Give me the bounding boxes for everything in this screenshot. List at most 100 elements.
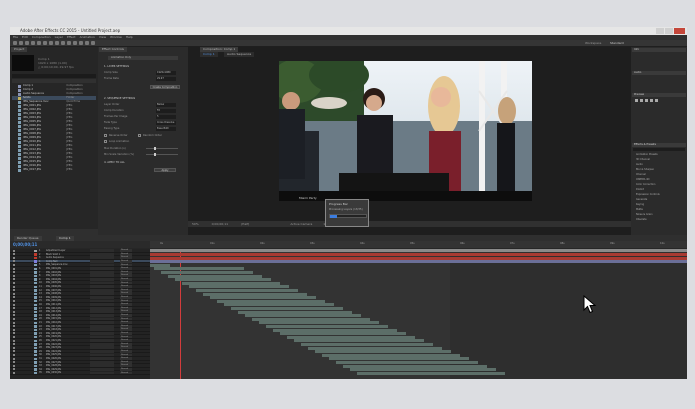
effect-controls-tab[interactable]: Effect Controls xyxy=(99,47,127,52)
visibility-eye-icon[interactable] xyxy=(13,285,15,288)
project-item[interactable]: IMG_0017.JPG JPEG xyxy=(12,168,96,172)
visibility-eye-icon[interactable] xyxy=(13,321,15,324)
close-button[interactable] xyxy=(674,28,685,34)
camera-select[interactable]: Active Camera xyxy=(290,222,312,226)
zoom-tool-icon[interactable] xyxy=(25,41,29,45)
time-ruler[interactable]: 0s 01s 02s 03s 04s 05s 06s 07s 08s 09s 10s xyxy=(150,241,687,248)
visibility-eye-icon[interactable] xyxy=(13,271,15,274)
layer-bar[interactable] xyxy=(231,306,343,310)
layer-bar[interactable] xyxy=(259,321,379,325)
pan-behind-tool-icon[interactable] xyxy=(43,41,47,45)
layer-row[interactable]: 35 IMG_0030.JPG Normal xyxy=(10,371,150,375)
visibility-eye-icon[interactable] xyxy=(13,289,15,292)
layer-bar[interactable] xyxy=(182,281,280,285)
create-composition-button[interactable]: Create Composition xyxy=(150,85,180,89)
layer-bar[interactable] xyxy=(203,292,307,296)
visibility-eye-icon[interactable] xyxy=(13,260,15,263)
layer-bar[interactable] xyxy=(322,353,460,357)
effects-presets-tab[interactable]: Effects & Presets xyxy=(632,143,686,147)
camera-tool-icon[interactable] xyxy=(37,41,41,45)
layer-bar[interactable] xyxy=(280,332,406,336)
effect-category[interactable]: Keying xyxy=(636,203,644,206)
info-tab[interactable]: Info xyxy=(632,48,686,52)
comp-subtab-comp1[interactable]: Comp 1 xyxy=(200,52,218,57)
visibility-eye-icon[interactable] xyxy=(13,274,15,277)
apply-button[interactable]: Apply xyxy=(154,168,176,172)
ec-row-value[interactable]: 29.97 xyxy=(156,77,176,81)
timeline-timecode[interactable]: 0;00;00;11 xyxy=(13,242,37,247)
project-tab[interactable]: Project xyxy=(11,47,28,52)
layer-bar[interactable] xyxy=(175,278,271,282)
effect-category[interactable]: Generate xyxy=(636,198,647,201)
loop-animation-checkbox[interactable] xyxy=(104,140,107,143)
layer-bar[interactable] xyxy=(196,288,298,292)
effect-category[interactable]: Obsolete xyxy=(636,218,647,221)
ec-row-value[interactable]: Fit xyxy=(156,109,176,113)
rotate-tool-icon[interactable] xyxy=(31,41,35,45)
first-frame-icon[interactable] xyxy=(635,99,638,102)
layer-bar[interactable] xyxy=(350,368,496,372)
ec-row-value[interactable]: 5 xyxy=(156,115,176,119)
layer-bar[interactable] xyxy=(245,314,361,318)
visibility-eye-icon[interactable] xyxy=(13,350,15,353)
reverse-order-checkbox[interactable] xyxy=(104,134,107,137)
maximize-button[interactable] xyxy=(665,28,673,34)
layer-bar[interactable] xyxy=(343,364,487,368)
layer-bar[interactable] xyxy=(150,249,687,253)
layer-bar[interactable] xyxy=(161,270,253,274)
visibility-eye-icon[interactable] xyxy=(13,296,15,299)
visibility-eye-icon[interactable] xyxy=(13,292,15,295)
layer-bar[interactable] xyxy=(217,299,325,303)
selection-tool-icon[interactable] xyxy=(13,41,17,45)
composition-viewer-frame[interactable]: Miami Party xyxy=(279,61,532,201)
layer-bar[interactable] xyxy=(150,256,687,260)
max-duration-slider[interactable] xyxy=(146,147,178,150)
project-search-input[interactable] xyxy=(12,74,96,78)
visibility-eye-icon[interactable] xyxy=(13,364,15,367)
random-order-checkbox[interactable] xyxy=(138,134,141,137)
eraser-tool-icon[interactable] xyxy=(79,41,83,45)
layer-bar[interactable] xyxy=(189,285,289,289)
ec-row-value[interactable]: Cross Dissolve xyxy=(156,121,176,125)
effect-category[interactable]: Noise & Grain xyxy=(636,213,653,216)
effect-category[interactable]: Distort xyxy=(636,188,644,191)
visibility-eye-icon[interactable] xyxy=(13,278,15,281)
ec-row-value[interactable]: Below xyxy=(156,103,176,107)
effect-category[interactable]: Channel xyxy=(636,173,646,176)
render-queue-tab[interactable]: Render Queue xyxy=(14,235,42,241)
visibility-eye-icon[interactable] xyxy=(13,264,15,267)
layer-bar[interactable] xyxy=(252,317,370,321)
visibility-eye-icon[interactable] xyxy=(13,332,15,335)
layer-bar[interactable] xyxy=(336,360,478,364)
hand-tool-icon[interactable] xyxy=(19,41,23,45)
roto-brush-tool-icon[interactable] xyxy=(85,41,89,45)
effects-search-input[interactable] xyxy=(633,148,685,151)
layer-bar[interactable] xyxy=(150,263,170,267)
last-frame-icon[interactable] xyxy=(655,99,658,102)
viewer-timecode[interactable]: 0;00;00;11 xyxy=(212,222,228,226)
visibility-eye-icon[interactable] xyxy=(13,256,15,259)
visibility-eye-icon[interactable] xyxy=(13,303,15,306)
visibility-eye-icon[interactable] xyxy=(13,282,15,285)
layer-mode-select[interactable]: Normal xyxy=(120,371,132,375)
layer-bar[interactable] xyxy=(329,357,469,361)
visibility-eye-icon[interactable] xyxy=(13,249,15,252)
layer-bar[interactable] xyxy=(294,339,424,343)
effect-category[interactable]: Matte xyxy=(636,208,643,211)
ec-row-value[interactable]: 1920x1080 xyxy=(156,71,176,75)
effect-category[interactable]: Color Correction xyxy=(636,183,655,186)
resolution-select[interactable]: (Half) xyxy=(241,222,249,226)
effect-category[interactable]: Blur & Sharpen xyxy=(636,168,654,171)
visibility-eye-icon[interactable] xyxy=(13,343,15,346)
next-frame-icon[interactable] xyxy=(650,99,653,102)
layer-bar[interactable] xyxy=(224,303,334,307)
visibility-eye-icon[interactable] xyxy=(13,300,15,303)
play-icon[interactable] xyxy=(645,99,648,102)
layer-bar[interactable] xyxy=(266,324,388,328)
layer-bar[interactable] xyxy=(301,342,433,346)
visibility-eye-icon[interactable] xyxy=(13,325,15,328)
timeline-comp1-tab[interactable]: Comp 1 xyxy=(56,235,74,241)
workspace-select[interactable]: Standard xyxy=(610,41,624,45)
effect-category[interactable]: Expression Controls xyxy=(636,193,660,196)
visibility-eye-icon[interactable] xyxy=(13,328,15,331)
